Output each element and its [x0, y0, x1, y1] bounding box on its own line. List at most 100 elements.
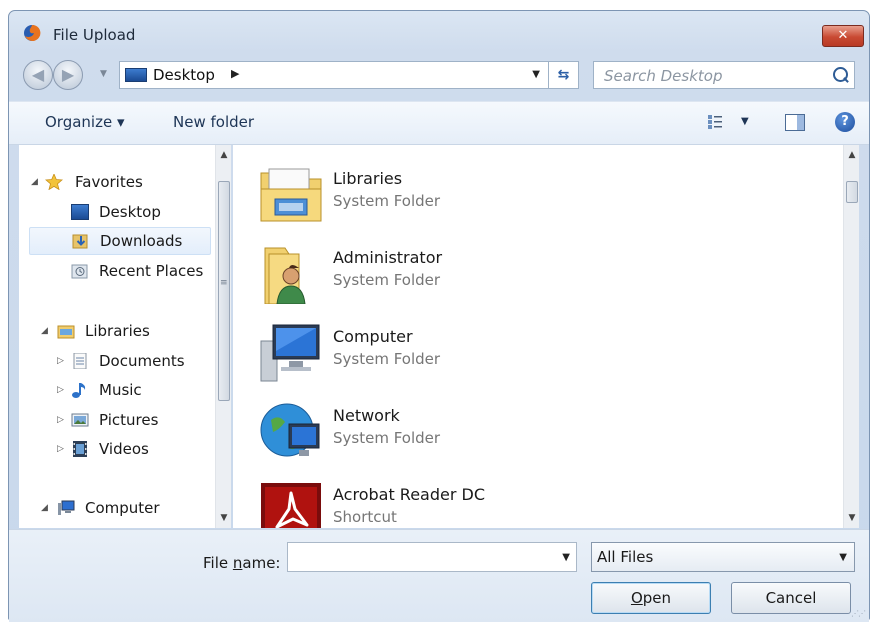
computer-icon	[58, 500, 75, 515]
scrollbar-thumb[interactable]: ≡	[218, 181, 230, 401]
dialog-footer: File name: ▼ All Files ▼ Open Cancel ⋰⋰	[9, 529, 869, 622]
view-options-dropdown[interactable]: ▼	[741, 116, 749, 127]
file-name: Administrator	[333, 248, 443, 267]
file-type: System Folder	[333, 192, 441, 210]
collapse-arrow-icon[interactable]: ◢	[41, 503, 48, 513]
sidebar-item-label: Recent Places	[99, 262, 204, 280]
sidebar-item-label: Desktop	[99, 203, 161, 221]
sidebar-item-favorites[interactable]: ◢ Favorites	[19, 169, 209, 195]
music-icon	[72, 383, 86, 398]
window-title: File Upload	[53, 26, 136, 44]
close-button[interactable]: ✕	[822, 25, 864, 47]
sidebar-item-computer[interactable]: ◢ Computer	[19, 495, 209, 521]
computer-icon	[260, 324, 320, 382]
videos-icon	[73, 441, 87, 457]
file-type-select[interactable]: All Files ▼	[591, 542, 855, 572]
star-icon	[45, 174, 63, 190]
downloads-icon	[72, 234, 88, 249]
file-list-scrollbar[interactable]: ▲ ▼	[843, 145, 859, 528]
sidebar-item-label: Videos	[99, 440, 149, 458]
sidebar-item-music[interactable]: ▷ Music	[19, 377, 209, 403]
file-name: Network	[333, 406, 400, 425]
sidebar-item-documents[interactable]: ▷ Documents	[19, 348, 209, 374]
new-folder-button[interactable]: New folder	[173, 113, 254, 131]
sidebar-item-downloads[interactable]: Downloads	[29, 227, 211, 255]
change-view-icon[interactable]	[707, 114, 723, 130]
collapse-arrow-icon[interactable]: ◢	[31, 177, 38, 187]
address-dropdown[interactable]: ▼	[532, 69, 540, 80]
search-placeholder: Search Desktop	[604, 67, 723, 85]
forward-button[interactable]: ▶	[53, 60, 83, 90]
refresh-button[interactable]: ⇆	[549, 61, 579, 89]
file-item-network[interactable]: Network System Folder	[259, 400, 779, 470]
sidebar-item-label: Libraries	[85, 322, 150, 340]
navigation-pane-scrollbar[interactable]: ▲ ≡ ▼	[215, 145, 231, 528]
navigation-bar: ◀ ▶ ▼ Desktop ▶ ▼ ⇆ Search Desktop	[9, 57, 869, 97]
sidebar-item-videos[interactable]: ▷ Videos	[19, 436, 209, 462]
user-folder-icon	[264, 247, 306, 304]
expand-arrow-icon[interactable]: ▷	[57, 415, 64, 425]
sidebar-item-label: Downloads	[100, 232, 183, 250]
file-item-libraries[interactable]: Libraries System Folder	[259, 163, 779, 233]
organize-button[interactable]: Organize ▾	[45, 113, 125, 131]
title-bar: File Upload ✕	[9, 11, 869, 57]
grip-icon: ≡	[220, 278, 228, 288]
scroll-up-arrow-icon[interactable]: ▲	[844, 147, 859, 163]
sidebar-item-desktop[interactable]: Desktop	[19, 199, 209, 225]
chevron-down-icon[interactable]: ▼	[839, 552, 847, 563]
recent-places-icon	[71, 264, 88, 279]
file-name: Computer	[333, 327, 413, 346]
expand-arrow-icon[interactable]: ▷	[57, 356, 64, 366]
scroll-down-arrow-icon[interactable]: ▼	[844, 510, 859, 526]
expand-arrow-icon[interactable]: ▷	[57, 385, 64, 395]
desktop-icon	[125, 68, 147, 82]
acrobat-icon	[261, 483, 321, 528]
scroll-down-arrow-icon[interactable]: ▼	[216, 510, 231, 526]
sidebar-item-libraries[interactable]: ◢ Libraries	[19, 318, 209, 344]
collapse-arrow-icon[interactable]: ◢	[41, 326, 48, 336]
cancel-button[interactable]: Cancel	[731, 582, 851, 614]
expand-arrow-icon[interactable]: ▷	[57, 444, 64, 454]
help-icon[interactable]: ?	[835, 112, 855, 132]
pictures-icon	[71, 413, 89, 427]
file-name: Acrobat Reader DC	[333, 485, 485, 504]
file-type: System Folder	[333, 429, 441, 447]
sidebar-item-label: Favorites	[75, 173, 143, 191]
preview-pane-icon[interactable]	[785, 114, 805, 131]
libraries-folder-icon	[260, 168, 322, 222]
file-item-acrobat-reader-dc[interactable]: Acrobat Reader DC Shortcut	[259, 479, 779, 528]
open-button[interactable]: Open	[591, 582, 711, 614]
desktop-icon	[71, 204, 89, 220]
breadcrumb-chevron-icon[interactable]: ▶	[231, 67, 239, 80]
scroll-up-arrow-icon[interactable]: ▲	[216, 147, 231, 163]
file-type: System Folder	[333, 350, 441, 368]
file-name-dropdown[interactable]: ▼	[562, 552, 570, 563]
file-type: System Folder	[333, 271, 441, 289]
file-list: Libraries System Folder Administrator Sy…	[233, 145, 859, 528]
file-item-computer[interactable]: Computer System Folder	[259, 321, 779, 391]
network-icon	[260, 403, 320, 457]
scrollbar-thumb[interactable]	[846, 181, 858, 203]
file-type: Shortcut	[333, 508, 397, 526]
file-type-filter: All Files	[597, 548, 654, 566]
back-button[interactable]: ◀	[23, 60, 53, 90]
sidebar-item-pictures[interactable]: ▷ Pictures	[19, 407, 209, 433]
search-input[interactable]: Search Desktop	[593, 61, 855, 89]
file-item-administrator[interactable]: Administrator System Folder	[259, 242, 779, 312]
resize-grip-icon[interactable]: ⋰⋰	[851, 609, 866, 618]
file-upload-dialog: File Upload ✕ ◀ ▶ ▼ Desktop ▶ ▼ ⇆ Search…	[8, 10, 870, 622]
documents-icon	[73, 353, 87, 369]
sidebar-item-label: Computer	[85, 499, 160, 517]
file-name: Libraries	[333, 169, 403, 188]
search-icon[interactable]	[833, 67, 848, 82]
sidebar-item-label: Music	[99, 381, 142, 399]
navigation-pane: ◢ Favorites Desktop Downloads Recent Pla…	[19, 145, 231, 528]
file-name-field[interactable]: ▼	[287, 542, 577, 572]
recent-locations-dropdown[interactable]: ▼	[100, 69, 107, 79]
address-location[interactable]: Desktop	[153, 66, 215, 84]
libraries-icon	[57, 325, 75, 339]
command-toolbar: Organize ▾ New folder ▼ ?	[9, 101, 869, 145]
sidebar-item-recent-places[interactable]: Recent Places	[19, 258, 209, 284]
sidebar-item-label: Documents	[99, 352, 185, 370]
address-bar[interactable]: Desktop ▶ ▼	[119, 61, 549, 89]
